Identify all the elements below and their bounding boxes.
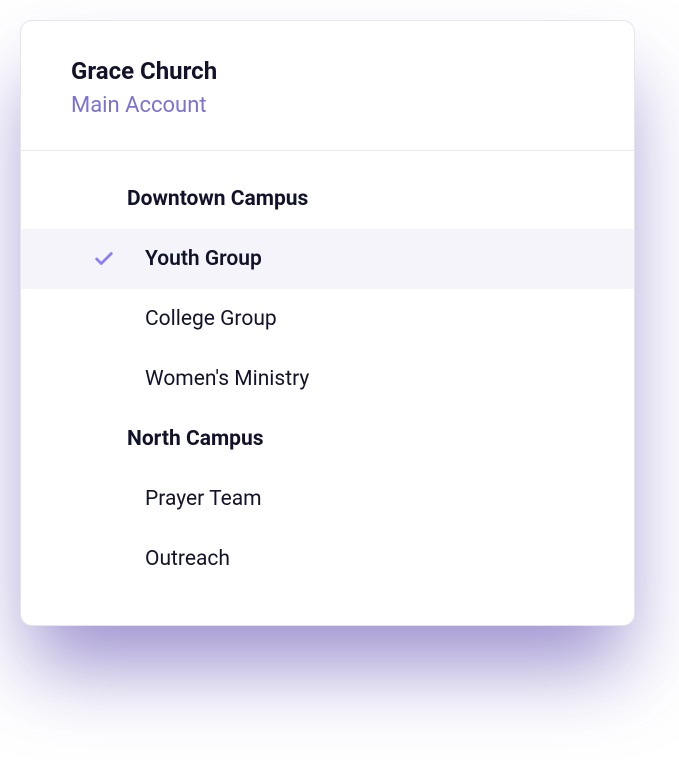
campus-list: Downtown Campus Youth Group College Grou…	[21, 151, 634, 625]
account-selector-card: Grace Church Main Account Downtown Campu…	[20, 20, 635, 626]
campus-header-downtown: Downtown Campus	[21, 169, 634, 229]
list-item-label: Women's Ministry	[145, 367, 309, 391]
list-item-womens-ministry[interactable]: Women's Ministry	[21, 349, 634, 409]
list-item-label: College Group	[145, 307, 277, 331]
list-item-outreach[interactable]: Outreach	[21, 529, 634, 589]
list-item-label: Youth Group	[145, 247, 262, 271]
account-title: Grace Church	[71, 57, 584, 85]
card-header: Grace Church Main Account	[21, 21, 634, 151]
list-item-college-group[interactable]: College Group	[21, 289, 634, 349]
list-item-prayer-team[interactable]: Prayer Team	[21, 469, 634, 529]
list-item-youth-group[interactable]: Youth Group	[21, 229, 634, 289]
account-subtitle: Main Account	[71, 93, 584, 118]
check-icon	[93, 248, 115, 270]
list-item-label: Outreach	[145, 547, 230, 571]
campus-header-north: North Campus	[21, 409, 634, 469]
list-item-label: Prayer Team	[145, 487, 262, 511]
